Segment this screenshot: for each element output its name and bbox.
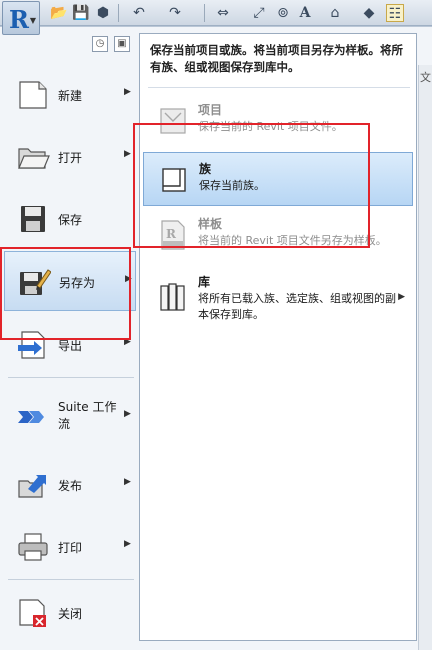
submenu-item-title: 族 xyxy=(199,162,212,176)
save-as-submenu: 保存当前项目或族。将当前项目另存为样板。将所有族、组或视图保存到库中。 项目 保… xyxy=(139,33,417,641)
submenu-item-family[interactable]: 族 保存当前族。 xyxy=(143,152,413,206)
switch-windows-icon[interactable]: ☷ xyxy=(386,4,404,22)
submenu-item-description: 保存当前的 Revit 项目文件。 xyxy=(198,120,343,133)
printer-icon xyxy=(18,533,48,561)
open-folder-icon xyxy=(18,148,50,169)
3d-view-icon[interactable]: ⌂ xyxy=(326,4,344,22)
application-menu: ◷ ▣ 新建 ▶ 打开 ▶ 保存 另存为 ▶ 导出 ▶ Suite 工作流 ▶ … xyxy=(0,26,432,650)
command-label: Suite 工作流 xyxy=(58,400,117,431)
submenu-item-title: 项目 xyxy=(198,103,223,117)
redo-icon[interactable]: ↷ xyxy=(166,4,184,22)
save-as-icon xyxy=(20,269,51,295)
recent-documents-icon[interactable]: ◷ xyxy=(92,36,108,52)
command-label: 新建 xyxy=(58,89,83,103)
command-label: 关闭 xyxy=(58,607,83,621)
text-icon[interactable]: A xyxy=(296,4,314,22)
command-save-as[interactable]: 另存为 ▶ xyxy=(4,251,136,311)
menu-divider xyxy=(8,579,134,580)
open-documents-icon[interactable]: ▣ xyxy=(114,36,130,52)
close-document-icon xyxy=(19,599,46,627)
command-export[interactable]: 导出 ▶ xyxy=(4,315,136,375)
command-label: 保存 xyxy=(58,213,83,227)
edge-text: 文 xyxy=(420,71,431,84)
save-icon[interactable]: 💾 xyxy=(72,4,90,22)
submenu-item-template[interactable]: R 样板 将当前的 Revit 项目文件另存为样板。 xyxy=(143,208,413,262)
command-save[interactable]: 保存 xyxy=(4,189,136,249)
submenu-arrow-icon: ▶ xyxy=(124,149,131,159)
submenu-arrow-icon: ▶ xyxy=(124,409,131,419)
sync-icon[interactable]: ⬢ xyxy=(94,4,112,22)
submenu-divider xyxy=(148,87,410,88)
submenu-item-description: 将所有已载入族、选定族、组或视图的副本保存到库。 xyxy=(198,292,396,321)
dimension-icon[interactable]: ⤢ xyxy=(250,4,268,22)
window-edge-strip: 文 xyxy=(418,65,432,650)
application-menu-button[interactable]: R ▼ xyxy=(2,1,40,35)
submenu-arrow-icon: ▶ xyxy=(124,337,131,347)
new-document-icon xyxy=(19,81,47,109)
revit-logo-icon: R xyxy=(9,5,29,34)
command-publish[interactable]: 发布 ▶ xyxy=(4,455,136,515)
command-print[interactable]: 打印 ▶ xyxy=(4,517,136,577)
command-open[interactable]: 打开 ▶ xyxy=(4,127,136,187)
submenu-arrow-icon: ▶ xyxy=(124,477,131,487)
measure-icon[interactable]: ⇔ xyxy=(214,4,232,22)
submenu-item-description: 将当前的 Revit 项目文件另存为样板。 xyxy=(198,234,387,247)
submenu-arrow-icon: ▶ xyxy=(124,87,131,97)
svg-text:R: R xyxy=(166,227,177,241)
toolbar-separator xyxy=(204,4,205,22)
submenu-item-title: 库 xyxy=(198,275,211,289)
command-label: 导出 xyxy=(58,339,83,353)
library-icon xyxy=(160,283,185,311)
submenu-arrow-icon: ▶ xyxy=(125,274,132,284)
submenu-item-project[interactable]: 项目 保存当前的 Revit 项目文件。 xyxy=(143,94,413,148)
open-folder-icon[interactable]: 📂 xyxy=(50,4,68,22)
project-icon xyxy=(160,108,186,134)
section-icon[interactable]: ◆ xyxy=(360,4,378,22)
undo-icon[interactable]: ↶ xyxy=(130,4,148,22)
command-label: 打印 xyxy=(58,541,83,555)
command-close[interactable]: 关闭 xyxy=(4,583,136,643)
export-icon xyxy=(18,331,45,359)
command-list: 新建 ▶ 打开 ▶ 保存 另存为 ▶ 导出 ▶ Suite 工作流 ▶ 发布 ▶… xyxy=(0,65,140,650)
tag-icon[interactable]: ⊚ xyxy=(274,4,292,22)
quick-access-toolbar: 📂 💾 ⬢ ↶ ↷ ⇔ ⤢ ⊚ A ⌂ ◆ ☷ xyxy=(0,0,432,26)
menu-divider xyxy=(8,377,134,378)
submenu-arrow-icon: ▶ xyxy=(124,539,131,549)
command-new[interactable]: 新建 ▶ xyxy=(4,65,136,125)
suite-workflows-icon xyxy=(18,411,44,423)
submenu-item-title: 样板 xyxy=(198,217,223,231)
publish-icon xyxy=(18,475,46,498)
submenu-arrow-icon: ▶ xyxy=(398,292,405,302)
submenu-item-library[interactable]: 库 将所有已载入族、选定族、组或视图的副本保存到库。 ▶ xyxy=(143,266,413,332)
family-icon xyxy=(162,168,186,192)
toolbar-separator xyxy=(118,4,119,22)
submenu-item-description: 保存当前族。 xyxy=(199,179,265,192)
command-suite-workflows[interactable]: Suite 工作流 ▶ xyxy=(4,383,136,453)
command-label: 另存为 xyxy=(59,276,96,290)
submenu-header: 保存当前项目或族。将当前项目另存为样板。将所有族、组或视图保存到库中。 xyxy=(150,43,403,74)
command-label: 打开 xyxy=(58,151,83,165)
chevron-down-icon: ▼ xyxy=(29,16,36,25)
template-icon: R xyxy=(161,220,185,250)
command-label: 发布 xyxy=(58,479,83,493)
floppy-disk-icon xyxy=(21,206,45,232)
